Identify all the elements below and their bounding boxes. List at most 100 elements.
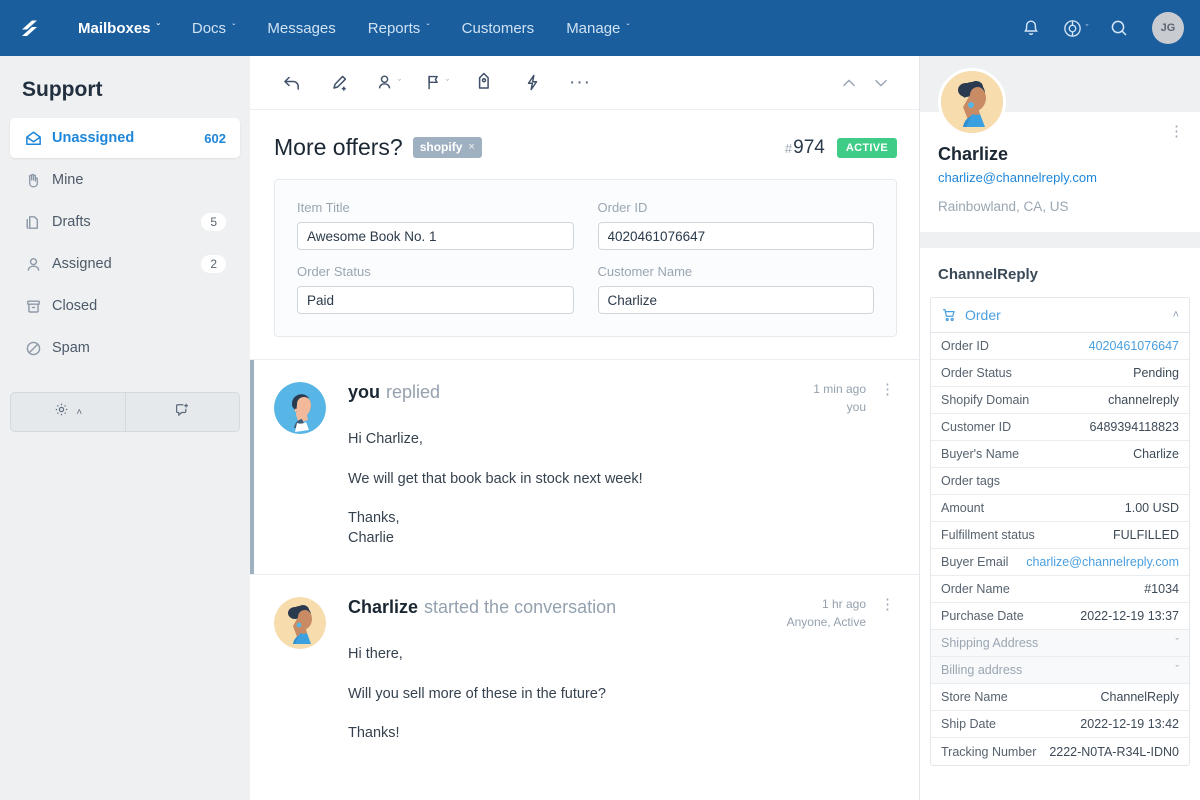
row-value[interactable]: charlize@channelreply.com [1018,555,1179,569]
drafts-icon [24,213,52,232]
helpscout-logo-icon[interactable] [12,15,52,41]
chevron-down-icon[interactable] [865,66,897,100]
nav-item-manage[interactable]: Manage ˇ [550,0,646,56]
message-line: Charlie [348,529,394,546]
tag-icon[interactable] [464,64,504,102]
sidebar: Support Unassigned 602 Mine Drafts 5 Ass… [0,56,250,800]
reply-icon[interactable] [272,64,312,102]
row-key: Customer ID [941,420,1012,434]
nav-label: Docs [191,19,227,37]
conversation-number-value: 974 [793,136,825,158]
table-row: Shopify Domain channelreply [931,387,1189,414]
new-conversation-button[interactable] [124,393,240,431]
nav-item-messages[interactable]: Messages [251,0,351,56]
user-avatar[interactable]: JG [1152,12,1184,44]
nav-item-docs[interactable]: Docs ˇ [176,0,252,56]
nav-item-reports[interactable]: Reports ˇ [352,0,446,56]
nav-label: Manage [566,19,621,37]
row-key: Amount [941,501,985,515]
message-line: Thanks! [348,725,400,742]
table-row: Tracking Number 2222-N0TA-R34L-IDN0 [931,738,1189,765]
row-value: ChannelReply [1100,690,1179,704]
message-line: Hi there, [348,646,403,663]
row-key: Order tags [941,474,1001,488]
chevron-up-icon[interactable] [833,66,865,100]
bell-icon[interactable] [1012,9,1050,47]
row-value: Charlize [1133,447,1179,461]
customer-location: Rainbowland, CA, US [938,199,1069,214]
sidebar-item-closed[interactable]: Closed [10,286,240,326]
row-value: FULFILLED [1113,528,1179,542]
order-id-input[interactable] [597,222,874,250]
row-value: Pending [1133,366,1179,380]
table-row: Fulfillment status FULFILLED [931,522,1189,549]
nav-label: Mailboxes [78,19,151,37]
order-section-header[interactable]: Order ˄ [931,298,1189,333]
app-root: Mailboxes ˇ Docs ˇ Messages Reports ˇ Cu… [0,0,1200,800]
row-value: 2222-N0TA-R34L-IDN0 [1049,744,1179,759]
message-meta: 1 hr ago Anyone, Active [773,597,866,629]
shopping-cart-icon [941,307,957,323]
sidebar-action-bar: ˄ [10,392,240,432]
conversation-scroll-area: More offers? shopify × #974 ACTIVE Item … [250,110,919,800]
order-status-input[interactable] [297,286,574,314]
sidebar-item-unassigned[interactable]: Unassigned 602 [10,118,240,158]
block-icon [24,339,52,358]
avatar [938,68,1006,136]
chevron-down-icon: ˇ [398,77,401,88]
chevron-down-icon: ˇ [446,77,449,88]
conversation-tag[interactable]: shopify × [412,137,482,158]
item-title-input[interactable] [297,222,574,250]
message-author: Charlize [348,597,419,618]
row-key: Buyer's Name [941,447,1020,461]
customer-name-input[interactable] [597,286,874,314]
field-label: Order ID [597,200,648,215]
message-options-icon[interactable]: ⋮ [866,597,897,612]
message-text: Hi there, Will you sell more of these in… [348,645,897,744]
lifebuoy-icon[interactable]: ˇ [1056,9,1094,47]
nav-label: Reports [367,19,421,37]
nav-item-mailboxes[interactable]: Mailboxes ˇ [62,0,176,56]
field-customer-name: Customer Name [597,264,874,314]
table-row: Order ID 4020461076647 [931,333,1189,360]
workflow-lightning-icon[interactable] [512,64,552,102]
search-icon[interactable] [1100,9,1138,47]
billing-address-toggle[interactable]: Billing address ˇ [931,657,1189,684]
row-value: 1.00 USD [1124,501,1179,515]
sidebar-item-label: Spam [52,340,90,356]
table-row: Store Name ChannelReply [931,684,1189,711]
field-label: Order Status [297,264,371,279]
message-options-icon[interactable]: ⋮ [866,382,897,397]
top-navigation-bar: Mailboxes ˇ Docs ˇ Messages Reports ˇ Cu… [0,0,1200,56]
field-item-title: Item Title [297,200,574,250]
row-key: Purchase Date [941,609,1024,623]
shipping-address-toggle[interactable]: Shipping Address ˇ [931,630,1189,657]
customer-options-icon[interactable]: ⋮ [1169,124,1184,139]
sidebar-item-spam[interactable]: Spam [10,328,240,368]
message-timestamp: 1 min ago [813,382,866,396]
nav-item-customers[interactable]: Customers [446,0,551,56]
sidebar-item-mine[interactable]: Mine [10,160,240,200]
close-icon[interactable]: × [468,141,474,153]
sidebar-title: Support [22,78,103,101]
add-note-icon[interactable] [320,64,360,102]
customer-email-link[interactable]: charlize@channelreply.com [938,170,1182,185]
customer-card: ⋮ Charlize charlize@channelreply.com Rai… [920,68,1200,232]
row-value[interactable]: 4020461076647 [1081,339,1179,353]
row-key: Buyer Email [941,555,1009,569]
message-item: Charlize started the conversation 1 hr a… [250,574,919,770]
status-badge: ACTIVE [836,137,897,158]
gear-icon [53,401,70,423]
message-action: started the conversation [424,597,617,618]
table-row: Amount 1.00 USD [931,495,1189,522]
message-header: you replied 1 min ago you ⋮ [348,382,897,414]
status-flag-icon[interactable]: ˇ [416,64,456,102]
sidebar-item-drafts[interactable]: Drafts 5 [10,202,240,242]
row-key: Order Status [941,366,1012,380]
mailbox-settings-button[interactable]: ˄ [11,393,125,431]
assign-person-icon[interactable]: ˇ [368,64,408,102]
sidebar-item-assigned[interactable]: Assigned 2 [10,244,240,284]
row-key: Store Name [941,690,1008,704]
chevron-down-icon: ˇ [1175,664,1179,676]
more-options-icon[interactable]: ··· [560,64,600,102]
